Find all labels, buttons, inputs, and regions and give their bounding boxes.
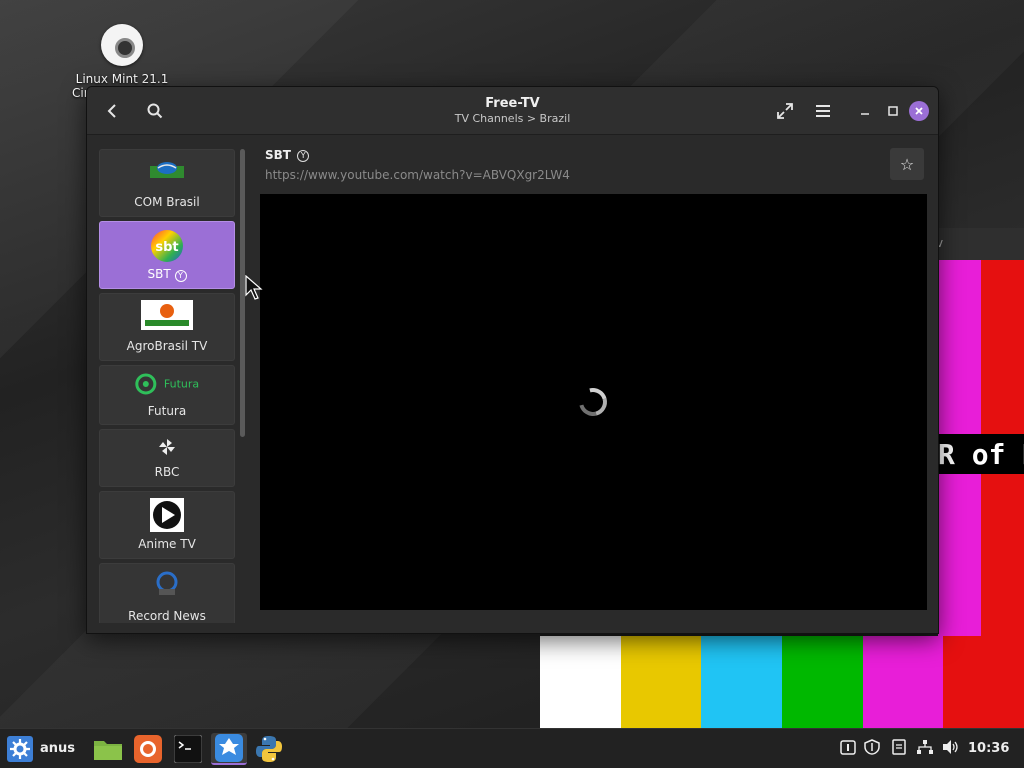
taskbar: anus 10:36 <box>0 728 1024 768</box>
start-menu-label[interactable]: anus <box>40 741 75 756</box>
current-channel-title: SBT Y <box>265 148 310 162</box>
free-tv-task[interactable] <box>211 733 247 765</box>
shield-icon <box>864 739 880 755</box>
channel-item-sbt[interactable]: sbt SBT Y <box>99 221 235 289</box>
free-tv-icon <box>215 734 243 762</box>
youtube-badge: Y <box>174 270 187 282</box>
terminal-launcher[interactable] <box>172 733 204 765</box>
sbt-logo-icon: sbt <box>150 229 184 267</box>
com-brasil-logo-icon <box>150 160 184 186</box>
python-icon <box>256 736 282 762</box>
svg-text:sbt: sbt <box>155 240 178 255</box>
agrobrasil-logo-icon <box>141 300 193 334</box>
futura-logo-text: Futura <box>163 377 200 391</box>
firefox-icon <box>134 735 162 763</box>
mouse-cursor-icon <box>245 275 263 300</box>
channel-item-record-news[interactable]: Record News <box>99 563 235 623</box>
channel-name: Anime TV <box>138 537 196 551</box>
color-bar <box>540 636 621 728</box>
minimize-icon <box>861 113 869 115</box>
color-bar <box>862 636 944 728</box>
channel-item-rbc[interactable]: RBC <box>99 429 235 487</box>
channel-list[interactable]: COM Brasil sbt SBT Y AgroBrasil TV Futur… <box>99 149 236 623</box>
menu-icon <box>7 736 33 762</box>
video-player[interactable] <box>260 194 927 610</box>
record-news-logo-icon <box>153 570 181 602</box>
color-bar <box>943 636 1024 728</box>
channel-name: AgroBrasil TV <box>126 339 208 353</box>
channel-item-com-brasil[interactable]: COM Brasil <box>99 149 235 217</box>
update-manager-tray[interactable] <box>840 739 856 759</box>
main-menu-button[interactable] <box>807 95 839 127</box>
firefox-launcher[interactable] <box>132 733 164 765</box>
color-bar <box>782 636 863 728</box>
files-icon <box>94 741 122 760</box>
rbc-logo-icon <box>158 438 176 460</box>
current-channel-name: SBT <box>265 148 291 162</box>
channel-name: Futura <box>147 404 187 418</box>
channel-name: RBC <box>154 465 180 479</box>
clock[interactable]: 10:36 <box>968 741 1009 756</box>
maximize-button[interactable] <box>877 95 909 127</box>
update-icon <box>840 740 856 755</box>
hamburger-menu-icon <box>816 105 830 117</box>
channel-item-anime-tv[interactable]: Anime TV <box>99 491 235 559</box>
free-tv-window: Free-TV TV Channels > Brazil COM Brasil <box>86 86 939 634</box>
channel-item-futura[interactable]: Futura Futura <box>99 365 235 425</box>
python-task[interactable] <box>251 733 287 765</box>
star-icon: ☆ <box>899 154 915 174</box>
volume-icon <box>943 740 958 754</box>
network-tray[interactable] <box>916 739 934 759</box>
futura-logo-icon: Futura <box>135 373 199 395</box>
disc-icon <box>101 24 143 66</box>
channel-name-text: SBT <box>147 267 171 281</box>
headerbar: Free-TV TV Channels > Brazil <box>87 87 938 135</box>
anime-tv-logo-icon <box>150 498 184 536</box>
network-icon <box>917 740 933 754</box>
files-launcher[interactable] <box>92 733 124 765</box>
maximize-icon <box>888 106 898 116</box>
notes-icon <box>892 739 906 755</box>
color-bar <box>701 636 783 728</box>
close-button[interactable] <box>909 101 929 121</box>
overlay-text: R of K <box>938 434 1024 474</box>
volume-tray[interactable] <box>942 739 960 759</box>
start-menu-button[interactable] <box>4 733 36 765</box>
color-bar <box>620 636 702 728</box>
color-bars <box>540 636 1024 728</box>
fullscreen-button[interactable] <box>769 95 801 127</box>
youtube-badge: Y <box>297 150 310 162</box>
channel-name: Record News <box>128 609 206 623</box>
security-tray[interactable] <box>864 739 880 759</box>
favorite-button[interactable]: ☆ <box>889 147 925 181</box>
channel-name: SBT Y <box>100 267 234 282</box>
loading-spinner-icon <box>573 382 613 422</box>
desktop-icon-label-line1: Linux Mint 21.1 <box>75 72 169 86</box>
channel-name: COM Brasil <box>134 195 200 209</box>
notes-tray[interactable] <box>892 739 906 759</box>
close-icon <box>915 107 923 115</box>
fullscreen-icon <box>777 103 793 119</box>
stream-url[interactable]: https://www.youtube.com/watch?v=ABVQXgr2… <box>265 168 570 182</box>
terminal-icon <box>174 735 202 763</box>
channel-item-agrobrasil[interactable]: AgroBrasil TV <box>99 293 235 361</box>
